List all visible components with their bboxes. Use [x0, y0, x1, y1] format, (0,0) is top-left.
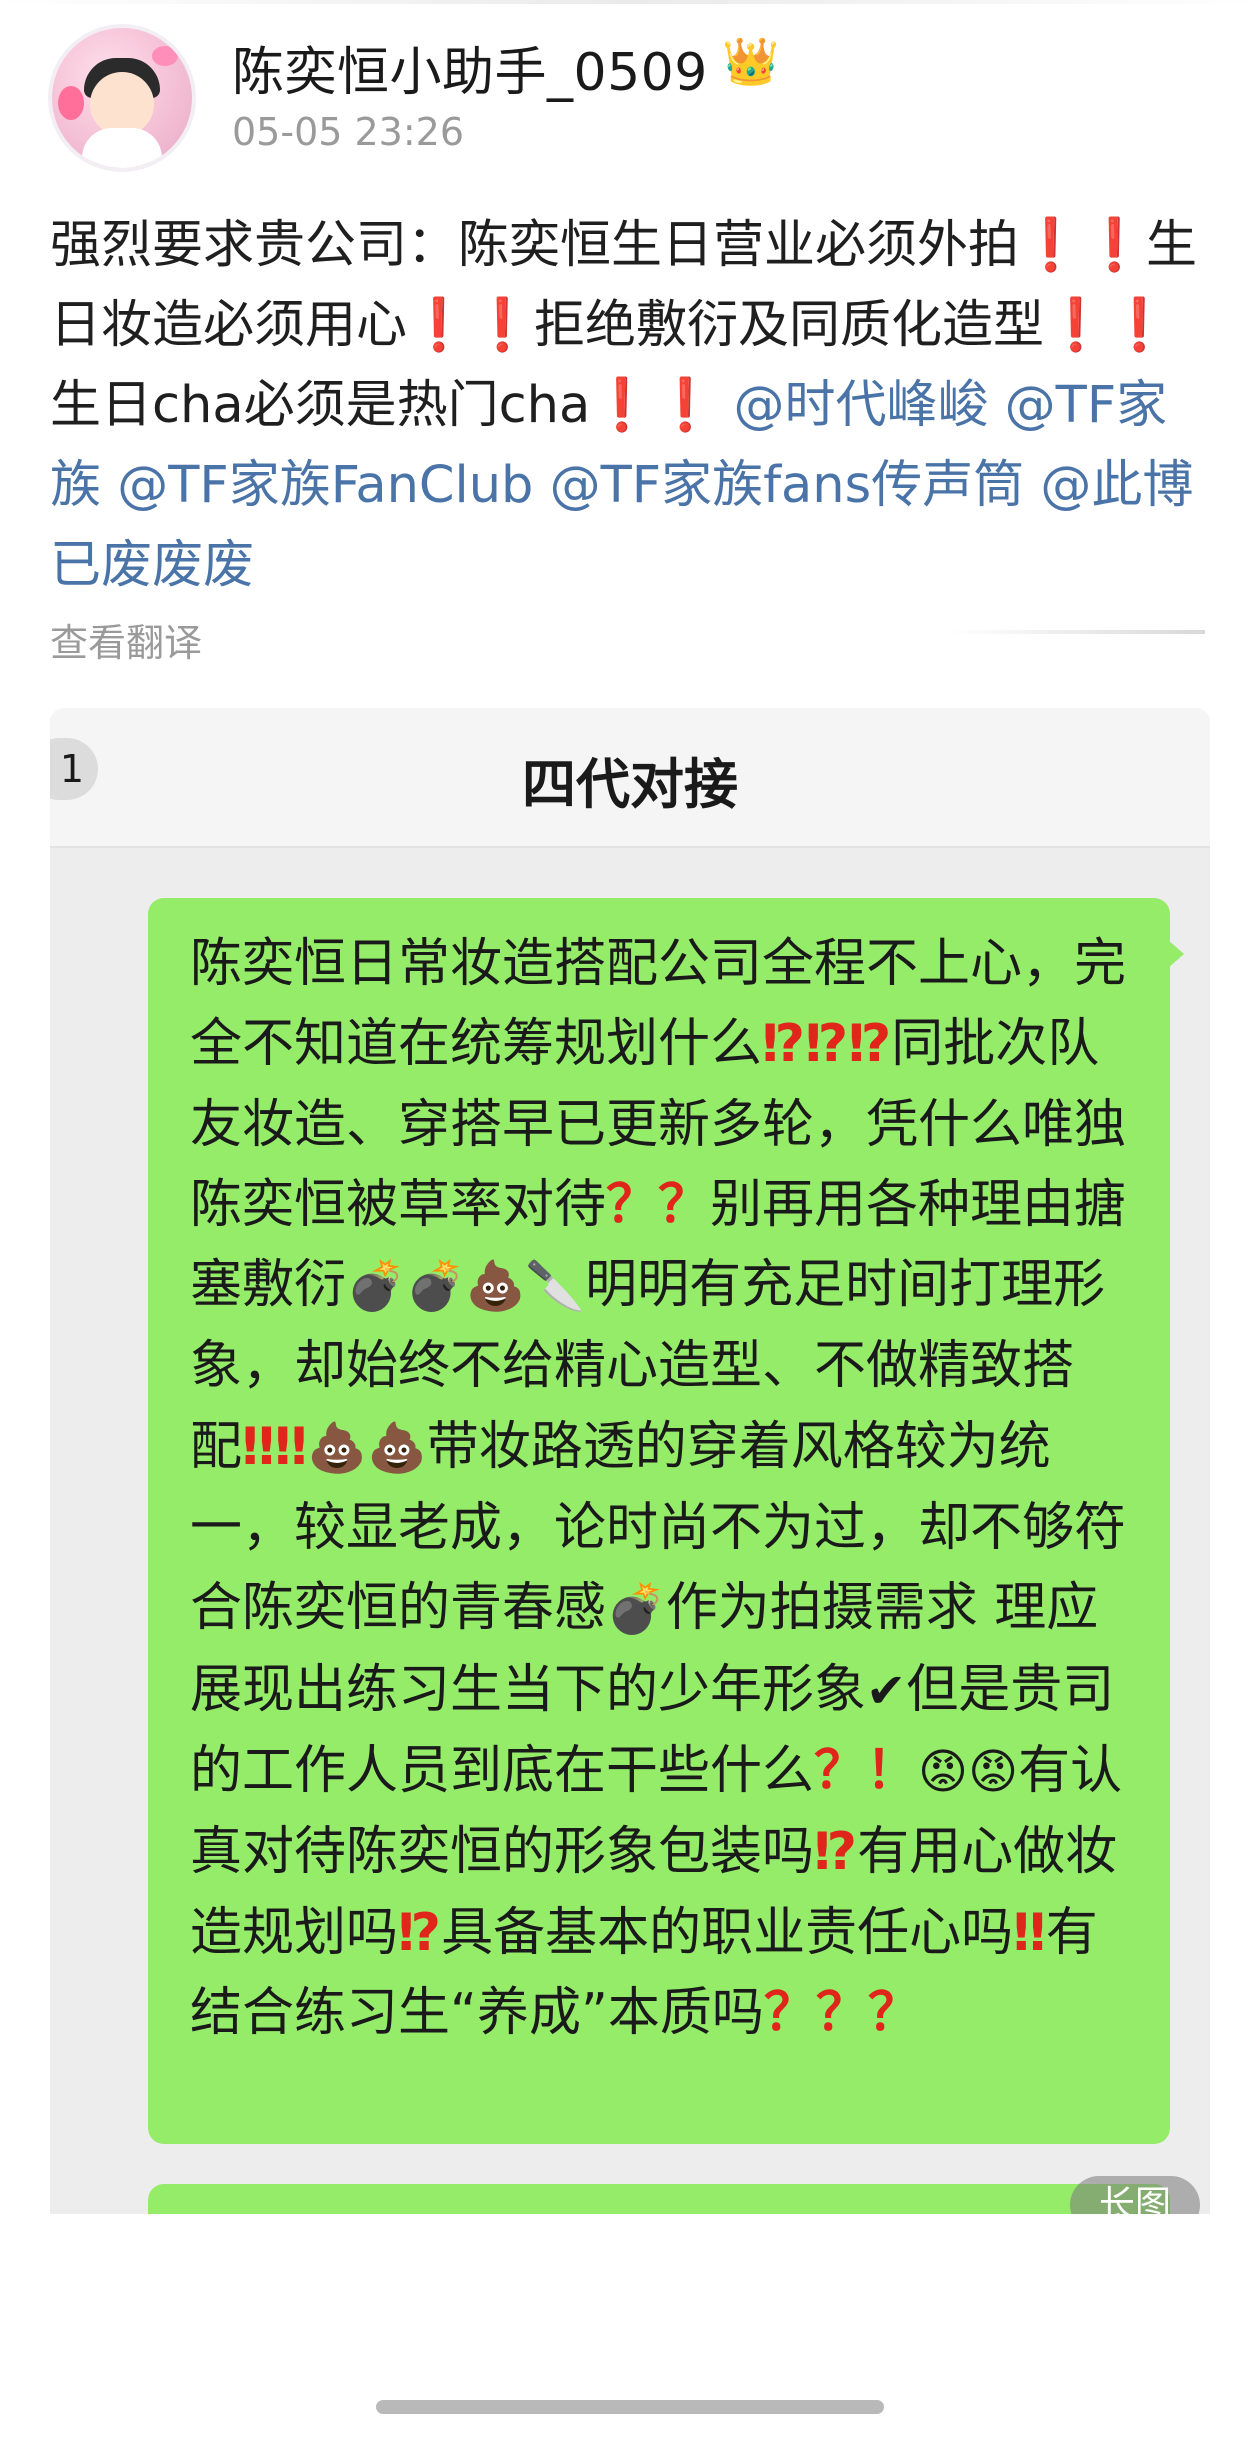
post-text: 拒绝敷衍及同质化造型 [534, 296, 1045, 355]
message-emoji: ✔ [866, 1662, 907, 1719]
message-exclaim: ‼ [1013, 1902, 1046, 1963]
message-emoji: 💣 [606, 1581, 666, 1638]
post-exclaim: ❗❗ [590, 376, 718, 435]
message-emoji: 💣💣💩🔪 [346, 1258, 586, 1315]
message-emoji: 💩💩 [307, 1419, 427, 1476]
message-text: 具备基本的职业责任心吗 [441, 1902, 1014, 1963]
divider-fade [950, 630, 1205, 634]
avatar-face [90, 72, 154, 136]
post-text: 强烈要求贵公司：陈奕恒生日营业必须外拍 [50, 216, 1020, 275]
message-exclaim: ⁉⁉⁉ [762, 1014, 892, 1075]
bubble-tail [1168, 940, 1184, 968]
chat-title: 四代对接 [522, 753, 738, 816]
translate-link[interactable]: 查看翻译 [50, 612, 202, 667]
message-exclaim: ？！ [814, 1740, 919, 1801]
crown-icon[interactable]: 👑 [722, 34, 779, 89]
message-bubble: 陈奕恒日常妆造搭配公司全程不上心，完全不知道在统筹规划什么⁉⁉⁉同批次队友妆造、… [148, 898, 1170, 2144]
post-text: 生日cha必须是热门cha [50, 376, 591, 435]
bow-decoration [152, 46, 178, 66]
message-exclaim: ？？ [606, 1174, 711, 1235]
chat-screenshot-image[interactable]: 1 四代对接 陈奕恒日常妆造搭配公司全程不上心，完全不知道在统筹规划什么⁉⁉⁉同… [50, 708, 1210, 2448]
home-indicator[interactable] [376, 2400, 884, 2414]
post-exclaim: ❗❗ [1044, 296, 1172, 355]
post-text: 强烈要求贵公司：陈奕恒生日营业必须外拍❗❗生日妆造必须用心❗❗拒绝敷衍及同质化造… [50, 206, 1200, 606]
user-avatar[interactable] [48, 24, 196, 172]
top-edge [0, 0, 1260, 4]
username[interactable]: 陈奕恒小助手_0509 [232, 30, 708, 105]
avatar-body [82, 128, 162, 168]
post-exclaim: ❗❗ [407, 296, 535, 355]
message-emoji: 😡😡 [918, 1743, 1019, 1800]
message-exclaim: ⁉ [814, 1822, 858, 1883]
balloon-decoration [58, 86, 84, 120]
message-exclaim: ⁉ [398, 1902, 442, 1963]
chat-header: 1 四代对接 [50, 708, 1210, 848]
message-exclaim: ‼‼ [242, 1416, 308, 1477]
post-exclaim: ❗❗ [1019, 216, 1147, 275]
message-exclaim: ？？？ [763, 1982, 920, 2043]
post-timestamp: 05-05 23:26 [232, 110, 465, 154]
